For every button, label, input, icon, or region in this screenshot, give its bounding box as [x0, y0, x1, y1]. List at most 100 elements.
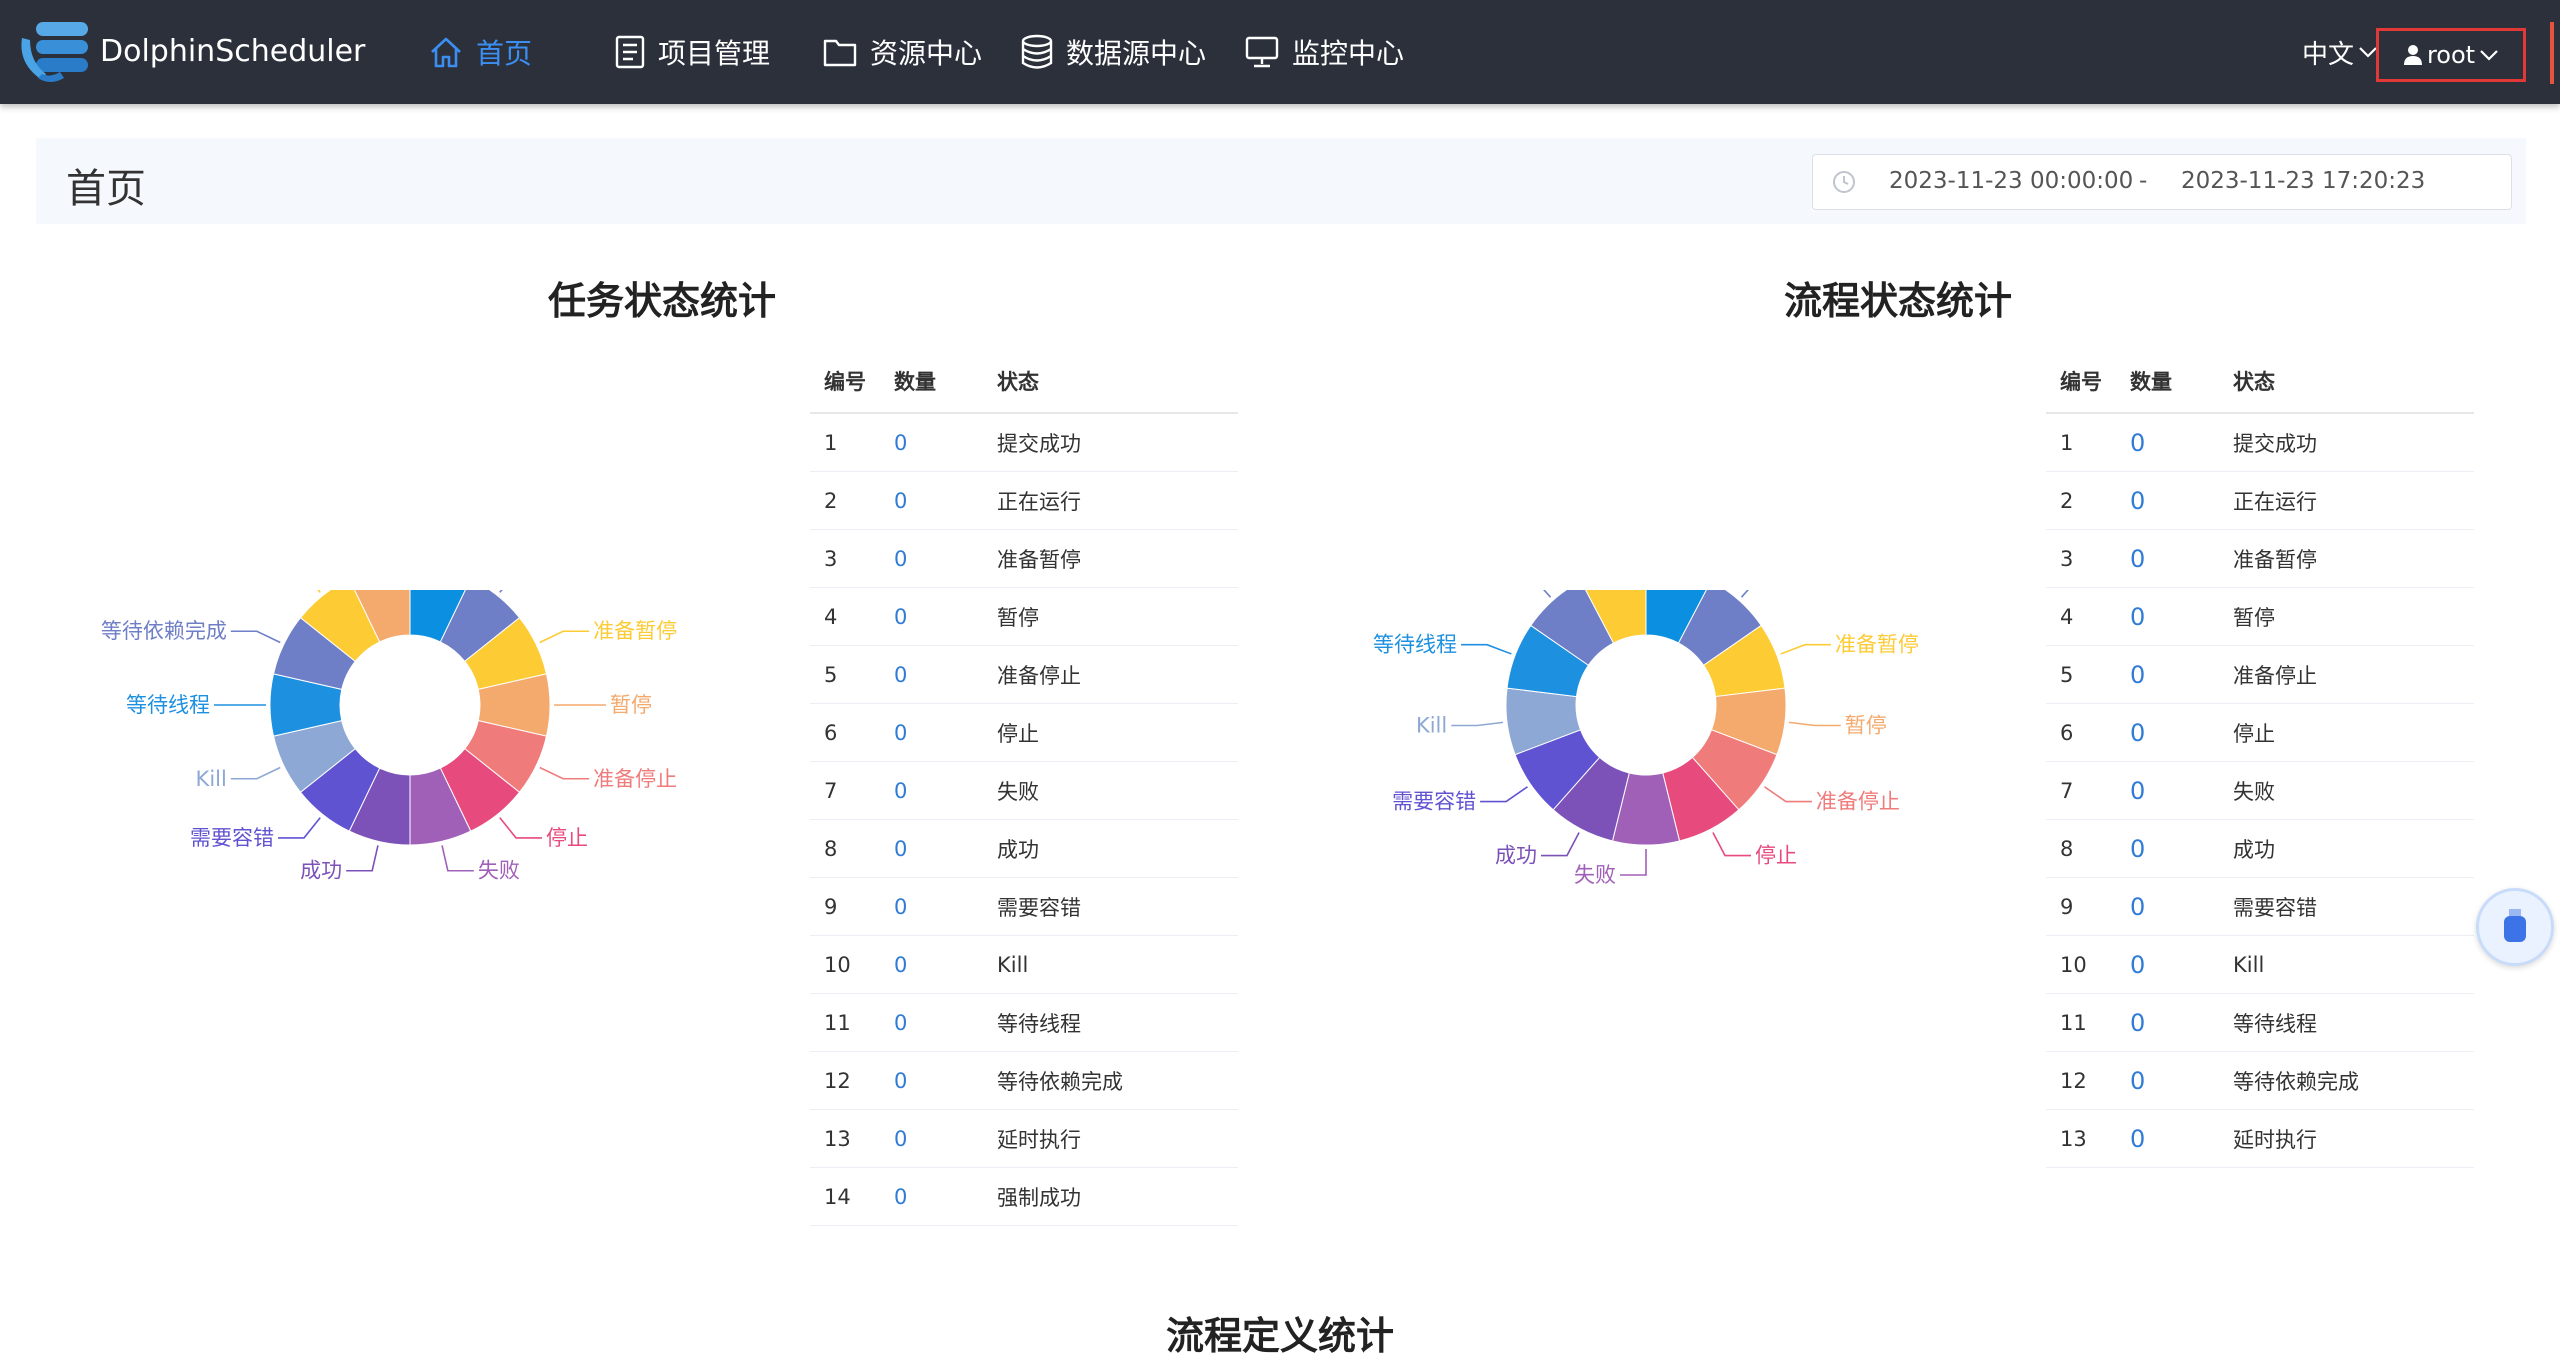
date-range-picker[interactable]: 2023-11-23 00:00:00 - 2023-11-23 17:20:2… — [1812, 154, 2512, 210]
row-count: 0 — [880, 1167, 983, 1226]
brand-name: DolphinScheduler — [100, 34, 366, 69]
slice-label: 等待线程 — [1373, 633, 1457, 657]
row-id: 11 — [2046, 993, 2116, 1052]
column-header-count: 数量 — [880, 350, 983, 414]
slice-label: 准备停止 — [593, 767, 677, 791]
label-leader-line — [1788, 721, 1841, 727]
row-id: 13 — [2046, 1109, 2116, 1168]
process-status-donut-chart: 提交成功正在运行准备暂停暂停准备停止停止失败成功需要容错Kill等待线程等待依赖… — [1373, 590, 1919, 887]
task-status-donut-chart: 提交成功正在运行准备暂停暂停准备停止停止失败成功需要容错Kill等待线程等待依赖… — [101, 590, 677, 883]
date-end[interactable]: 2023-11-23 17:20:23 — [2181, 168, 2425, 194]
row-id: 7 — [2046, 761, 2116, 820]
user-menu[interactable]: root — [2376, 28, 2526, 82]
slice-label: 成功 — [1495, 844, 1537, 868]
row-id: 5 — [2046, 645, 2116, 704]
nav-resources[interactable]: 资源中心 — [822, 30, 982, 74]
row-count: 0 — [2116, 877, 2219, 936]
label-leader-line — [1461, 643, 1512, 655]
table-row: 13 0 延时执行 — [810, 1109, 1238, 1168]
slice-label: Kill — [196, 767, 227, 791]
slice-label: 停止 — [1755, 844, 1797, 868]
row-id: 12 — [2046, 1051, 2116, 1110]
row-count: 0 — [2116, 935, 2219, 994]
top-navbar: DolphinScheduler 首页 项目管理 资源中心 数据源中心 监控中心… — [0, 0, 2560, 104]
monitor-icon — [1245, 36, 1279, 68]
row-id: 4 — [2046, 587, 2116, 646]
date-start[interactable]: 2023-11-23 00:00:00 — [1889, 168, 2133, 194]
table-row: 5 0 准备停止 — [2046, 645, 2474, 704]
row-id: 8 — [810, 819, 880, 878]
task-stats-title: 任务状态统计 — [547, 279, 776, 323]
label-leader-line — [1620, 849, 1647, 876]
date-separator: - — [2139, 168, 2148, 194]
table-header-row: 编号 数量 状态 — [2046, 350, 2474, 414]
row-count: 0 — [880, 703, 983, 762]
table-row: 11 0 等待线程 — [810, 993, 1238, 1052]
nav-projects[interactable]: 项目管理 — [614, 30, 770, 74]
row-status: 准备停止 — [2219, 645, 2474, 704]
row-status: 需要容错 — [983, 877, 1238, 936]
edge-marker — [2550, 22, 2554, 84]
row-count: 0 — [880, 877, 983, 936]
row-count: 0 — [880, 993, 983, 1052]
row-id: 9 — [810, 877, 880, 936]
nav-home[interactable]: 首页 — [428, 30, 532, 74]
slice-label: 需要容错 — [190, 826, 274, 850]
row-status: 提交成功 — [2219, 413, 2474, 472]
slice-label: 准备停止 — [1816, 790, 1900, 814]
row-id: 3 — [2046, 529, 2116, 588]
table-row: 13 0 延时执行 — [2046, 1109, 2474, 1168]
language-switcher[interactable]: 中文 — [2302, 30, 2378, 74]
label-leader-line — [1780, 643, 1831, 655]
column-header-status: 状态 — [983, 350, 1238, 414]
label-leader-line — [1740, 590, 1749, 598]
table-row: 10 0 Kill — [2046, 935, 2474, 994]
slice-label: 成功 — [300, 859, 342, 883]
nav-datasource[interactable]: 数据源中心 — [1020, 30, 1206, 74]
slice-label: 等待线程 — [126, 693, 210, 717]
row-id: 14 — [810, 1167, 880, 1226]
row-status: 暂停 — [983, 587, 1238, 646]
nav-projects-label: 项目管理 — [658, 37, 771, 70]
row-id: 7 — [810, 761, 880, 820]
row-id: 12 — [810, 1051, 880, 1110]
table-row: 6 0 停止 — [2046, 703, 2474, 762]
process-status-table: 编号 数量 状态 1 0 提交成功 2 0 正在运行 3 0 准备暂停 4 0 暂停 5 0 准备停止 6 0 停… — [2046, 350, 2474, 1168]
table-row: 14 0 强制成功 — [810, 1167, 1238, 1226]
slice-label: 停止 — [546, 826, 588, 850]
row-count: 0 — [880, 587, 983, 646]
row-status: 等待依赖完成 — [983, 1051, 1238, 1110]
floating-assistant-button[interactable] — [2476, 888, 2554, 966]
row-status: 准备暂停 — [983, 529, 1238, 588]
row-id: 5 — [810, 645, 880, 704]
row-status: 需要容错 — [2219, 877, 2474, 936]
nav-monitor-label: 监控中心 — [1292, 37, 1405, 70]
slice-label: 暂停 — [610, 693, 652, 717]
column-header-status: 状态 — [2219, 350, 2474, 414]
clock-icon — [1833, 171, 1855, 193]
database-icon — [1021, 34, 1053, 69]
row-count: 0 — [2116, 587, 2219, 646]
table-row: 11 0 等待线程 — [2046, 993, 2474, 1052]
home-icon — [431, 37, 461, 68]
row-count: 0 — [2116, 761, 2219, 820]
row-status: 正在运行 — [2219, 471, 2474, 530]
label-leader-line — [230, 630, 281, 644]
row-status: Kill — [2219, 935, 2474, 994]
row-status: 失败 — [2219, 761, 2474, 820]
table-row: 9 0 需要容错 — [2046, 877, 2474, 936]
column-header-id: 编号 — [2046, 350, 2116, 414]
table-row: 4 0 暂停 — [2046, 587, 2474, 646]
label-leader-line — [1543, 590, 1552, 598]
usb-drive-icon — [2504, 909, 2526, 942]
table-row: 12 0 等待依赖完成 — [2046, 1051, 2474, 1110]
document-icon — [615, 35, 645, 69]
chevron-down-icon — [2480, 50, 2498, 61]
row-status: 失败 — [983, 761, 1238, 820]
table-row: 8 0 成功 — [2046, 819, 2474, 878]
definition-stats-title: 流程定义统计 — [1165, 1314, 1394, 1358]
row-count: 0 — [2116, 645, 2219, 704]
nav-monitor[interactable]: 监控中心 — [1244, 30, 1404, 74]
column-header-count: 数量 — [2116, 350, 2219, 414]
row-status: 延时执行 — [983, 1109, 1238, 1168]
